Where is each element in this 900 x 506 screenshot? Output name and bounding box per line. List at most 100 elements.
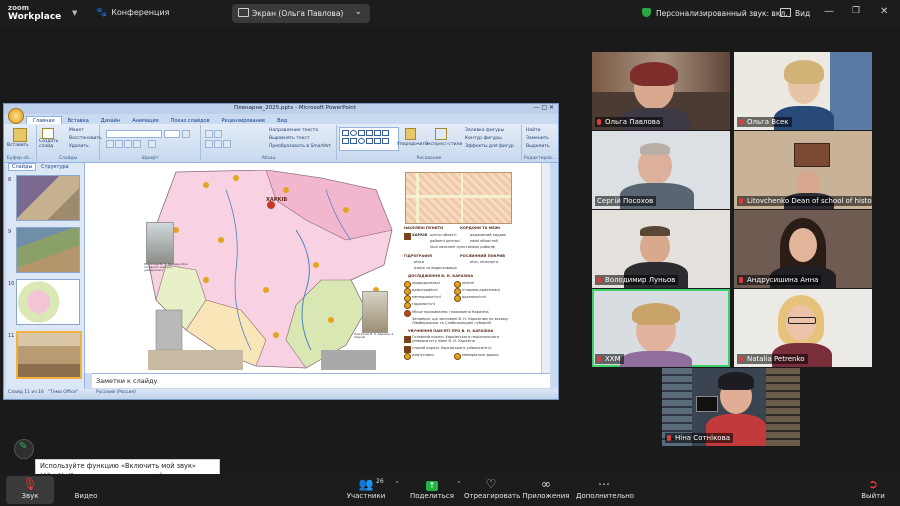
group-label-editing: Редактиров... — [523, 156, 557, 161]
align-left-icon[interactable] — [205, 140, 213, 148]
office-button[interactable] — [8, 108, 24, 124]
video-label: Видео — [74, 492, 98, 500]
shapes-gallery[interactable] — [339, 127, 399, 151]
bullets-icon[interactable] — [205, 130, 213, 138]
participant-tile[interactable]: Андрусишина Анна — [734, 210, 872, 288]
arrange-button[interactable]: Упорядочить — [397, 142, 428, 147]
shield-icon — [642, 8, 651, 17]
slide-thumbnail[interactable] — [16, 175, 80, 221]
replace-button[interactable]: Заменить — [526, 136, 549, 141]
screen-share-indicator[interactable]: Экран (Ольга Павлова) ⌄ — [232, 4, 370, 23]
chevron-up-icon[interactable]: ⌃ — [394, 480, 400, 488]
slide-editing-area: ХАРКІВ НАСЕЛЕНІ ПУНКТИ КОРДОНИ ТА МЕЖІ Х… — [85, 163, 550, 373]
monitor-icon — [238, 8, 249, 17]
slide-thumbnail[interactable] — [16, 227, 80, 273]
align-text-button[interactable]: Выровнять текст — [269, 136, 309, 141]
text-direction-button[interactable]: Направление текста — [269, 128, 318, 133]
create-slide-button[interactable]: Создать слайд — [39, 139, 63, 149]
slide-notes-field[interactable]: Заметки к слайду — [92, 373, 550, 388]
monument-symbol-icon — [404, 336, 411, 343]
find-button[interactable]: Найти — [526, 128, 541, 133]
sound-status-label: Персонализированный звук: вкл. — [656, 9, 788, 18]
arrange-icon[interactable] — [405, 128, 416, 140]
heart-icon: ♡ — [485, 477, 497, 491]
share-label: Экран (Ольга Павлова) — [252, 9, 344, 18]
paste-icon[interactable] — [13, 128, 27, 142]
chevron-down-icon[interactable]: ⌄ — [354, 7, 362, 17]
pane-tab-outline[interactable]: Структура — [41, 164, 69, 170]
express-styles-icon[interactable] — [435, 128, 447, 140]
video-button[interactable]: Видео — [64, 474, 108, 506]
font-name-field[interactable] — [106, 130, 162, 138]
restore-icon[interactable]: ❐ — [852, 6, 860, 16]
pane-tab-slides[interactable]: Слайды — [8, 163, 37, 171]
apps-icon: ∞ — [541, 477, 551, 491]
participant-tile[interactable]: Ніна Сотнікова — [662, 368, 800, 446]
zoom-logo[interactable]: zoom Workplace — [8, 4, 61, 22]
participant-tile-active-speaker[interactable]: ХХМ — [592, 289, 730, 367]
new-slide-icon[interactable] — [42, 128, 54, 139]
notes-placeholder: Заметки к слайду — [96, 377, 158, 385]
align-right-icon[interactable] — [223, 140, 231, 148]
participant-tile[interactable]: Сергій Посохов — [592, 131, 730, 209]
shape-effects-button[interactable]: Эффекты для фигур — [465, 144, 514, 149]
close-icon[interactable]: ✕ — [880, 6, 888, 17]
view-label: Вид — [795, 9, 811, 18]
participant-tile[interactable]: Ольга Всек — [734, 52, 872, 130]
participant-tile[interactable]: Natalia Petrenko — [734, 289, 872, 367]
share-label: Поделиться — [410, 492, 454, 500]
layout-button[interactable]: Макет — [69, 128, 84, 133]
legend-heading-borders: КОРДОНИ ТА МЕЖІ — [460, 226, 501, 230]
strikethrough-icon[interactable] — [133, 140, 141, 148]
ppt-window-title: Пленарне_2025.pptx - Microsoft PowerPoin… — [234, 105, 356, 111]
share-button[interactable]: ↑ Поделиться — [410, 474, 454, 506]
legend-border-oblast: межі областей — [470, 239, 498, 243]
current-slide[interactable]: ХАРКІВ НАСЕЛЕНІ ПУНКТИ КОРДОНИ ТА МЕЖІ Х… — [134, 166, 512, 371]
express-styles-button[interactable]: Экспресс-стили — [425, 142, 462, 147]
grow-font-icon[interactable] — [182, 130, 190, 138]
status-language: Русский (Россия) — [96, 390, 136, 395]
sound-status[interactable]: Персонализированный звук: вкл. — [642, 8, 788, 18]
participant-tile[interactable]: Володимир Луньов — [592, 210, 730, 288]
restore-button[interactable]: Восстановить — [69, 136, 102, 141]
align-center-icon[interactable] — [214, 140, 222, 148]
select-button[interactable]: Выделить — [526, 144, 550, 149]
view-menu[interactable]: Вид — [780, 8, 810, 18]
chevron-up-icon[interactable]: ⌃ — [456, 480, 462, 488]
chevron-down-icon[interactable]: ▼ — [72, 9, 77, 17]
smartart-button[interactable]: Преобразовать в SmartArt — [269, 144, 331, 149]
apps-button[interactable]: ∞ Приложения — [522, 474, 570, 506]
paw-icon: 🐾 — [96, 8, 108, 18]
delete-button[interactable]: Удалить — [69, 144, 89, 149]
thumb-number: 8 — [8, 177, 12, 183]
legend-other: інші населені пункти — [430, 245, 470, 249]
logo-line2: Workplace — [8, 12, 62, 22]
more-label: Дополнительно — [576, 492, 635, 500]
font-size-field[interactable] — [164, 130, 180, 138]
participant-tile[interactable]: Litovchenko Dean of school of history — [734, 131, 872, 209]
slide-scrollbar[interactable] — [541, 163, 550, 373]
paste-button[interactable]: Вставить — [7, 143, 29, 148]
annotate-button[interactable]: ✎ — [14, 439, 34, 459]
shape-outline-button[interactable]: Контур фигуры — [465, 136, 502, 141]
participant-tile[interactable]: Ольга Павлова — [592, 52, 730, 130]
react-button[interactable]: ♡ Отреагировать — [464, 474, 520, 506]
underline-icon[interactable] — [124, 140, 132, 148]
audio-button[interactable]: 🎙 Звук — [6, 474, 54, 506]
numbering-icon[interactable] — [214, 130, 222, 138]
italic-icon[interactable] — [115, 140, 123, 148]
leave-button[interactable]: ➲ Выйти — [856, 474, 890, 506]
muted-mic-icon — [739, 119, 743, 125]
bold-icon[interactable] — [106, 140, 114, 148]
view-grid-icon — [780, 8, 791, 17]
legend-research-1: природознавчі — [412, 281, 440, 285]
slide-thumbnail-selected[interactable] — [16, 331, 82, 379]
conference-menu[interactable]: 🐾 Конференция — [96, 8, 169, 18]
font-color-icon[interactable] — [148, 140, 156, 148]
more-button[interactable]: ⋯ Дополнительно — [576, 474, 635, 506]
slide-thumbnail[interactable] — [16, 279, 80, 325]
minimize-icon[interactable]: — — [824, 6, 834, 17]
shape-fill-button[interactable]: Заливка фигуры — [465, 128, 504, 133]
muted-mic-icon — [739, 198, 743, 204]
thumb-number: 9 — [8, 229, 12, 235]
